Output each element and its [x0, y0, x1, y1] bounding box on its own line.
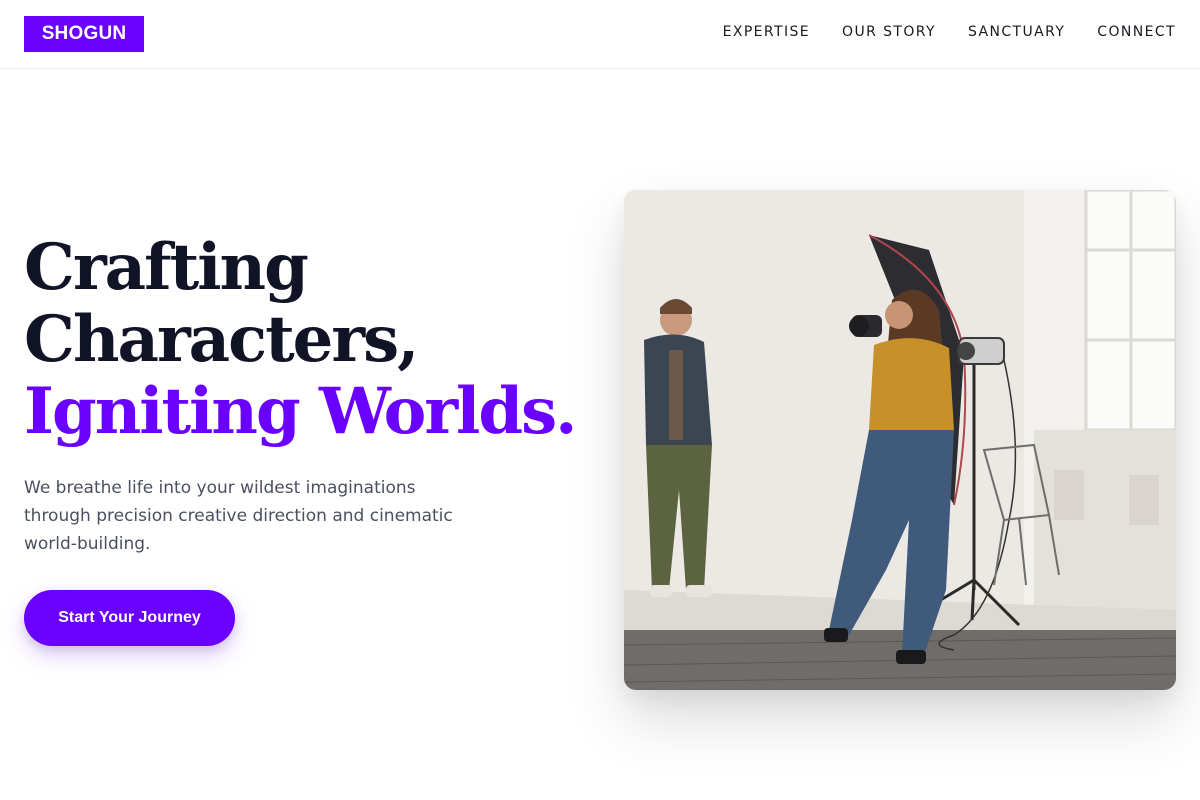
- hero-image: [624, 190, 1176, 690]
- hero-title-line-2: Characters,: [24, 302, 419, 377]
- main-nav: EXPERTISE OUR STORY SANCTUARY CONNECT: [723, 22, 1176, 42]
- hero-title-accent: Igniting Worlds.: [24, 374, 577, 449]
- site-header: SHOGUN EXPERTISE OUR STORY SANCTUARY CON…: [0, 0, 1200, 69]
- nav-item-expertise[interactable]: EXPERTISE: [723, 22, 810, 42]
- hero-title-line-1: Crafting: [24, 230, 309, 305]
- nav-item-sanctuary[interactable]: SANCTUARY: [968, 22, 1065, 42]
- logo[interactable]: SHOGUN: [24, 16, 144, 52]
- photo-studio-illustration: [624, 190, 1176, 690]
- start-journey-button[interactable]: Start Your Journey: [24, 590, 235, 646]
- nav-item-our-story[interactable]: OUR STORY: [842, 22, 936, 42]
- nav-item-connect[interactable]: CONNECT: [1097, 22, 1176, 42]
- hero-subtitle: We breathe life into your wildest imagin…: [24, 478, 453, 554]
- hero-title: Crafting Characters, Igniting Worlds.: [24, 230, 577, 449]
